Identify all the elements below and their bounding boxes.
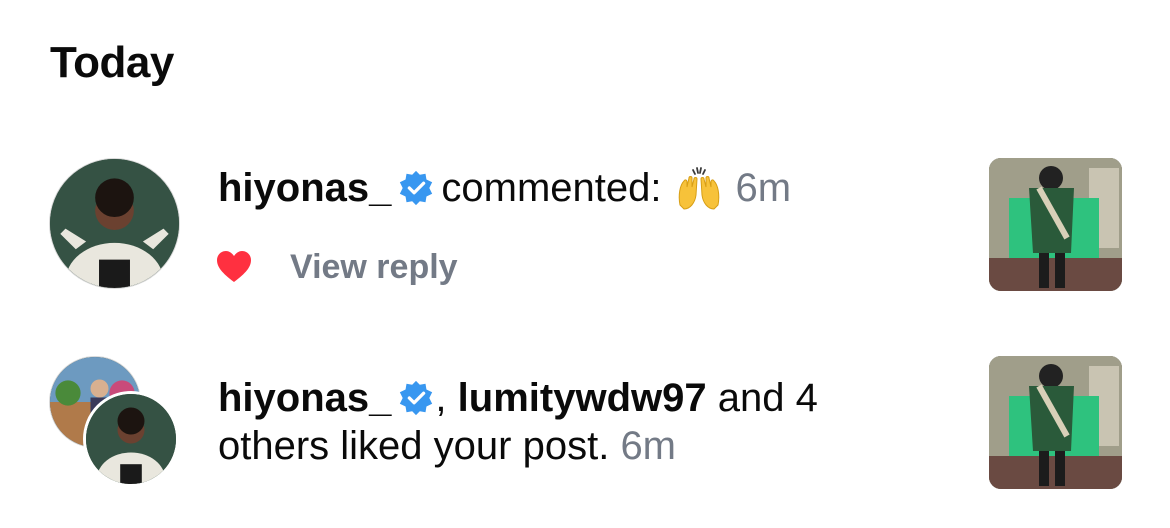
verified-badge-icon <box>397 379 435 417</box>
avatar[interactable] <box>49 158 180 289</box>
post-image <box>989 356 1122 489</box>
username[interactable]: hiyonas_ <box>218 376 391 420</box>
action-text: commented: <box>441 166 662 210</box>
comment-text: hiyonas_ commented: 6m <box>218 164 791 212</box>
username[interactable]: hiyonas_ <box>218 164 391 212</box>
avatar-image <box>50 159 179 288</box>
view-reply-link[interactable]: View reply <box>290 248 458 287</box>
timestamp: 6m <box>735 166 792 210</box>
timestamp: 6m <box>620 424 677 468</box>
post-thumbnail[interactable] <box>989 158 1122 291</box>
post-image <box>989 158 1122 291</box>
notification-comment[interactable]: hiyonas_ commented: 6m View reply <box>0 0 1170 300</box>
separator: , <box>435 376 447 420</box>
heart-icon[interactable] <box>216 250 252 284</box>
username[interactable]: lumitywdw97 <box>458 376 707 420</box>
verified-badge-icon <box>397 169 435 207</box>
notification-likes[interactable]: hiyonas_, lumitywdw97 and 4 others liked… <box>0 300 1170 528</box>
post-thumbnail[interactable] <box>989 356 1122 489</box>
raising-hands-icon <box>676 165 722 211</box>
avatar-image <box>86 394 176 484</box>
avatar-front[interactable] <box>83 391 179 487</box>
rest-text: others liked your post. <box>218 424 610 468</box>
and-text: and 4 <box>717 376 818 420</box>
likes-text: hiyonas_, lumitywdw97 and 4 others liked… <box>218 374 918 470</box>
